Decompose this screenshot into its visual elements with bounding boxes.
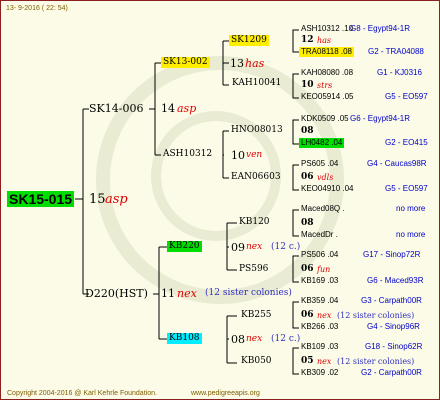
g4-ancestor-id[interactable]: KB169 .03 [301, 277, 338, 285]
g4-ancestor-id[interactable]: KB109 .03 [301, 343, 338, 351]
g4-line[interactable]: G6 - Egypt94-1R [350, 115, 410, 123]
g4-line[interactable]: no more [396, 205, 425, 213]
g4-line[interactable]: G18 - Sinop62R [365, 343, 422, 351]
mother-year: 11 [161, 287, 175, 300]
g4-ancestor-id[interactable]: TRA08118 .08 [299, 47, 354, 57]
g4-line[interactable]: G2 - TRA04088 [368, 48, 424, 56]
g3-fmf-year: 08 [301, 126, 314, 136]
g4-ancestor-id[interactable]: KB309 .02 [301, 369, 338, 377]
g4-line[interactable]: G5 - EO597 [385, 93, 428, 101]
g3-fmm-year: 06 [301, 172, 314, 182]
g2-mf-queen-id[interactable]: KB220 [167, 241, 202, 252]
mother-note: (12 sister colonies) [205, 288, 292, 298]
mother-queen-id[interactable]: D220(HST) [85, 288, 148, 299]
root-year: 15 [89, 192, 106, 207]
g2-ff-year: 13 [230, 57, 244, 70]
g4-ancestor-id[interactable]: KDK0509 .05 [301, 115, 349, 123]
g4-line[interactable]: no more [396, 231, 425, 239]
father-breeder: asp [177, 102, 197, 115]
g3-fmf-queen-id[interactable]: HNO08013 [231, 126, 283, 135]
g3-fff-breeder: has [317, 36, 332, 45]
g4-ancestor-id[interactable]: MacedDr . [301, 231, 338, 239]
g3-mmf-breeder: nex [317, 311, 332, 320]
g3-mmf-year: 06 [301, 310, 314, 320]
g4-line[interactable]: G4 - Sinop96R [367, 323, 420, 331]
g3-mmf-queen-id[interactable]: KB255 [241, 311, 272, 320]
g4-line[interactable]: G3 - Carpath00R [361, 297, 422, 305]
root-queen-id[interactable]: SK15-015 [7, 191, 75, 207]
g3-fff-queen-id[interactable]: SK1209 [229, 35, 269, 46]
g2-mm-queen-id[interactable]: KB108 [167, 333, 202, 344]
g3-mmm-note: (12 sister colonies) [337, 357, 415, 366]
g3-ffm-year: 10 [301, 80, 314, 90]
g4-ancestor-id[interactable]: KEO04910 .04 [301, 185, 353, 193]
g4-line[interactable]: G8 - Egypt94-1R [350, 25, 410, 33]
father-year: 14 [161, 102, 175, 115]
g3-mmf-note: (12 sister colonies) [337, 311, 415, 320]
g3-ffm-queen-id[interactable]: KAH10041 [232, 79, 281, 88]
g3-fff-year: 12 [301, 35, 314, 45]
footer-copyright: Copyright 2004-2016 @ Karl Kehrle Founda… [7, 390, 157, 397]
mother-breeder: nex [177, 287, 197, 300]
footer-website-link[interactable]: www.pedigreeapis.org [191, 390, 260, 397]
g4-ancestor-id[interactable]: KAH08080 .08 [301, 69, 353, 77]
g3-mmm-breeder: nex [317, 357, 332, 366]
g3-mmm-queen-id[interactable]: KB050 [241, 357, 272, 366]
g3-mfm-breeder: fun [317, 265, 331, 274]
g4-ancestor-id[interactable]: KB266 .03 [301, 323, 338, 331]
g3-mmm-year: 05 [301, 356, 314, 366]
pedigree-page: 13- 9-2016 ( 22: 54) SK15-015 15 asp SK1… [0, 0, 440, 400]
g3-fmm-queen-id[interactable]: EAN06603 [231, 173, 281, 182]
g3-mff-year: 08 [301, 218, 314, 228]
root-breeder: asp [105, 192, 128, 207]
g3-mfm-year: 06 [301, 264, 314, 274]
g2-fm-breeder: ven [246, 150, 263, 160]
g4-ancestor-id[interactable]: LH0482 .04 [299, 138, 345, 148]
generated-date: 13- 9-2016 ( 22: 54) [6, 5, 68, 12]
g4-line[interactable]: G1 - KJ0316 [377, 69, 422, 77]
g3-ffm-breeder: strs [317, 81, 333, 90]
g4-line[interactable]: G6 - Maced93R [367, 277, 423, 285]
g2-mm-year: 08 [231, 333, 245, 346]
g2-mf-breeder: nex [246, 242, 263, 252]
g3-mfm-queen-id[interactable]: PS596 [239, 265, 268, 274]
g4-line[interactable]: G5 - EO597 [385, 185, 428, 193]
g3-fmm-breeder: vdls [317, 173, 334, 182]
g3-mff-queen-id[interactable]: KB120 [239, 218, 270, 227]
g4-ancestor-id[interactable]: KB359 .04 [301, 297, 338, 305]
g4-line[interactable]: G17 - Sinop72R [363, 251, 420, 259]
g4-ancestor-id[interactable]: PS506 .04 [301, 251, 338, 259]
g4-ancestor-id[interactable]: PS605 .04 [301, 160, 338, 168]
g2-mf-year: 09 [231, 241, 245, 254]
g4-line[interactable]: G2 - Carpath00R [361, 369, 422, 377]
g2-mm-note: (12 c.) [271, 334, 301, 344]
g4-ancestor-id[interactable]: ASH10312 .10 [301, 25, 353, 33]
g2-fm-queen-id[interactable]: ASH10312 [163, 150, 212, 159]
father-queen-id[interactable]: SK14-006 [89, 103, 143, 114]
g4-ancestor-id[interactable]: KEO05914 .05 [301, 93, 353, 101]
g2-mm-breeder: nex [246, 334, 263, 344]
g4-line[interactable]: G2 - EO415 [385, 139, 428, 147]
g2-ff-queen-id[interactable]: SK13-002 [161, 57, 210, 68]
g2-mf-note: (12 c.) [271, 242, 301, 252]
g4-line[interactable]: G4 - Caucas98R [367, 160, 427, 168]
g2-ff-breeder: has [245, 57, 265, 70]
g2-fm-year: 10 [231, 149, 245, 162]
g4-ancestor-id[interactable]: Maced08Q . [301, 205, 345, 213]
